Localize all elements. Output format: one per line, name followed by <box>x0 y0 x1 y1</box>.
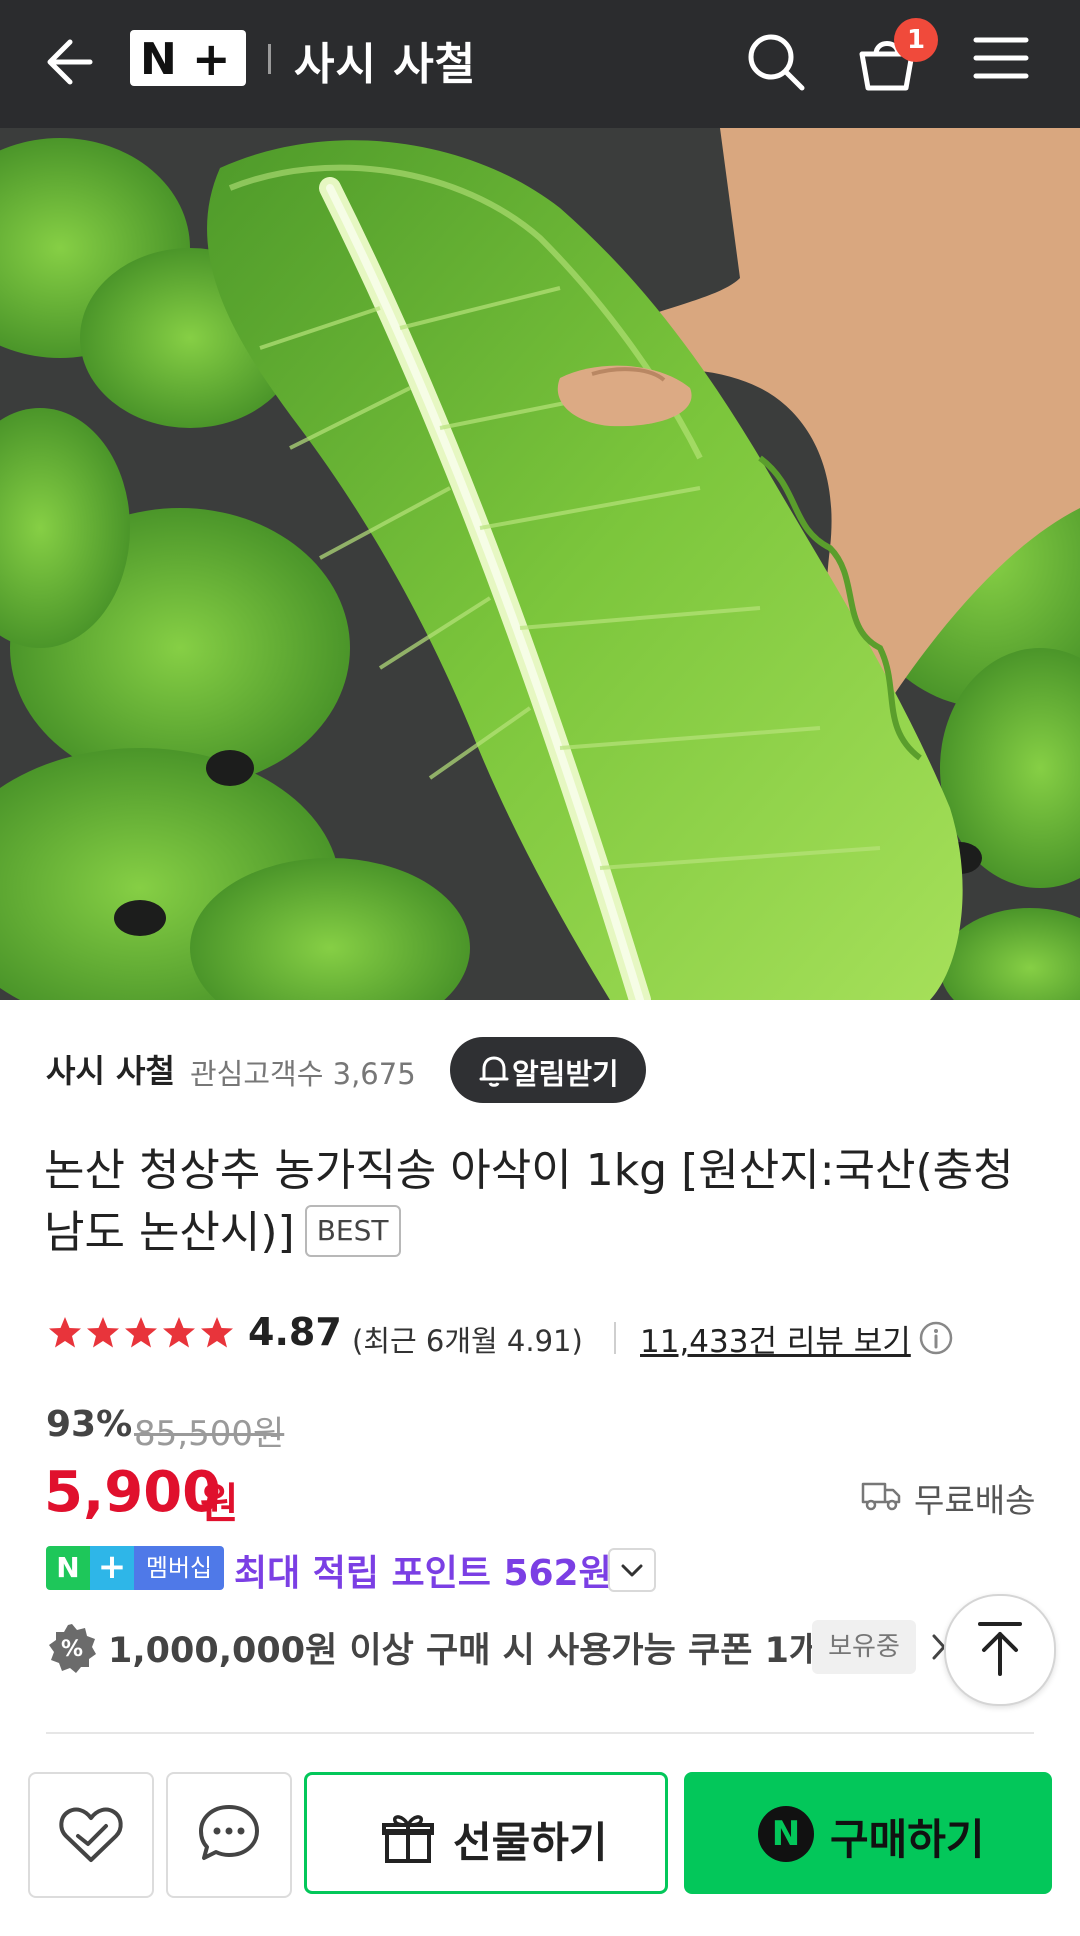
menu-icon[interactable] <box>972 34 1030 82</box>
logo-separator <box>268 44 271 74</box>
chevron-down-icon <box>621 1564 643 1577</box>
review-link[interactable]: 11,433건 리뷰 보기 <box>640 1316 911 1361</box>
wishlist-button[interactable] <box>28 1772 154 1898</box>
talktalk-button[interactable] <box>166 1772 292 1898</box>
buy-button[interactable]: N 구매하기 <box>684 1772 1052 1894</box>
max-points-text: 최대 적립 포인트 562원 <box>234 1553 612 1594</box>
naver-plus-logo[interactable]: N + <box>130 30 246 86</box>
rating-separator <box>614 1322 616 1354</box>
star-icon <box>201 1317 233 1348</box>
svg-text:%: % <box>61 1637 83 1662</box>
membership-plus: + <box>90 1546 134 1590</box>
gift-label: 선물하기 <box>453 1818 608 1867</box>
product-photo-lettuce <box>0 128 1080 1000</box>
coupon-owned-badge: 보유중 <box>812 1620 916 1674</box>
search-icon[interactable] <box>744 30 808 94</box>
membership-label: 멤버십 <box>134 1546 224 1590</box>
heart-check-icon <box>59 1807 123 1862</box>
membership-n: N <box>46 1546 90 1590</box>
truck-icon <box>861 1482 901 1511</box>
store-fans-count: 관심고객수 3,675 <box>190 1057 416 1091</box>
product-title: 논산 청상추 농가직송 아삭이 1kg [원산지:국산(충청남도 논산시)] BE… <box>44 1140 1034 1264</box>
best-badge: BEST <box>304 1205 401 1257</box>
product-title-text: 논산 청상추 농가직송 아삭이 1kg [원산지:국산(충청남도 논산시)] <box>44 1145 1014 1258</box>
logo-n: N <box>140 34 177 85</box>
notify-label: 알림받기 <box>512 1057 619 1091</box>
info-icon[interactable] <box>918 1320 954 1356</box>
logo-plus: + <box>192 32 231 86</box>
coupon-text[interactable]: 1,000,000원 이상 구매 시 사용가능 쿠폰 1개 <box>108 1622 821 1673</box>
recent-rating: (최근 6개월 4.91) <box>352 1324 583 1358</box>
free-shipping-label: 무료배송 <box>914 1481 1036 1520</box>
notify-button[interactable]: 알림받기 <box>450 1037 646 1103</box>
points-expand-button[interactable] <box>608 1548 656 1592</box>
scroll-top-button[interactable] <box>944 1594 1056 1706</box>
sale-price: 5,900 <box>44 1460 222 1525</box>
product-image-gallery[interactable] <box>0 128 1080 1000</box>
discount-rate: 93% <box>46 1404 133 1445</box>
section-divider <box>46 1732 1034 1734</box>
star-icon <box>125 1317 157 1348</box>
bell-plus-icon <box>479 1056 509 1087</box>
naver-pay-n-icon: N <box>758 1806 814 1862</box>
buy-label: 구매하기 <box>830 1815 985 1864</box>
store-name[interactable]: 사시 사철 <box>46 1046 175 1092</box>
gift-button[interactable]: 선물하기 <box>304 1772 668 1894</box>
original-price: 85,500원 <box>134 1414 285 1454</box>
price-currency: 원 <box>200 1479 239 1528</box>
star-icon <box>49 1317 81 1348</box>
rating-stars <box>49 1317 233 1348</box>
star-icon <box>163 1317 195 1348</box>
rating-value: 4.87 <box>248 1310 342 1354</box>
naver-membership-badge: N + 멤버십 <box>46 1546 224 1590</box>
back-arrow-icon[interactable] <box>40 34 96 90</box>
coupon-percent-icon: % <box>49 1624 96 1673</box>
app-header: N + 사시 사철 1 <box>0 0 1080 128</box>
star-icon <box>87 1317 119 1348</box>
gift-icon <box>382 1815 434 1863</box>
store-title[interactable]: 사시 사철 <box>294 28 476 92</box>
arrow-up-icon <box>978 1622 1022 1676</box>
chat-bubble-icon <box>199 1805 259 1860</box>
cart-count-badge: 1 <box>894 18 938 62</box>
